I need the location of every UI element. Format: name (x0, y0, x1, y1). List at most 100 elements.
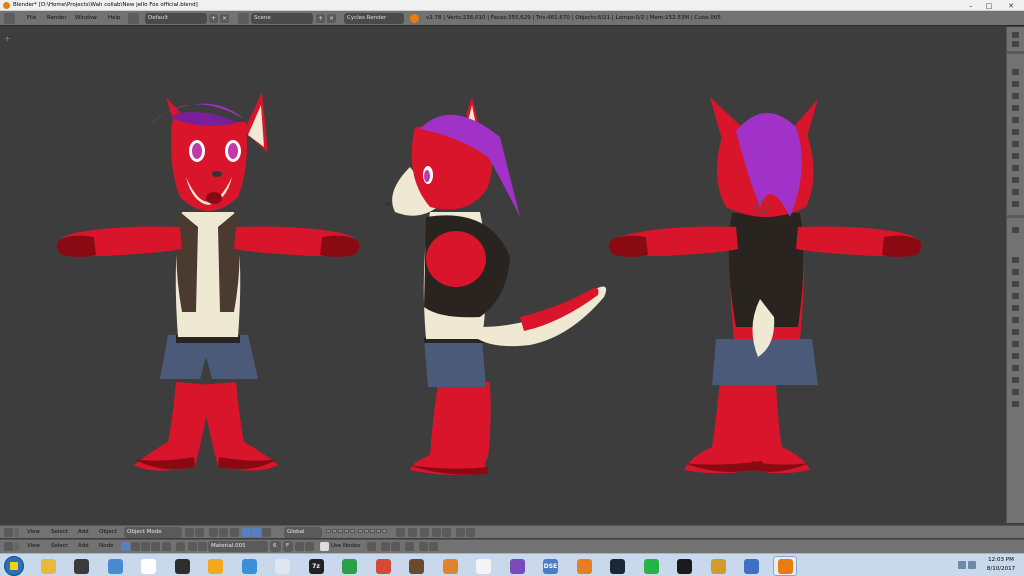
header-collapse-icon[interactable] (14, 528, 19, 537)
taskbar-blender-button[interactable] (773, 556, 797, 576)
shelf-icon-21[interactable] (1012, 317, 1019, 323)
shelf-icon-3[interactable] (1012, 69, 1019, 75)
tray-volume-icon[interactable] (958, 561, 966, 569)
screen-layout-field[interactable]: Default (145, 13, 207, 24)
shelf-icon-8[interactable] (1012, 129, 1019, 135)
menu-object[interactable]: Object (99, 527, 117, 538)
menu-add[interactable]: Add (78, 541, 89, 552)
layer-button[interactable] (350, 529, 355, 533)
taskbar-app-figure-button[interactable] (673, 556, 697, 576)
shelf-icon-1[interactable] (1012, 32, 1019, 38)
render-engine-dropdown[interactable]: Cycles Render (344, 13, 404, 24)
parent-node-icon[interactable] (405, 542, 414, 551)
shelf-icon-23[interactable] (1012, 341, 1019, 347)
taskbar-app-brown-button[interactable] (405, 556, 429, 576)
unlink-material-icon[interactable] (305, 542, 314, 551)
taskbar-app-cat-button[interactable] (137, 556, 161, 576)
shelf-icon-18[interactable] (1012, 281, 1019, 287)
mode-dropdown[interactable]: Object Mode (124, 527, 182, 538)
pivot-dropdown-icon[interactable] (219, 528, 228, 537)
menu-view[interactable]: View (27, 527, 40, 538)
start-button[interactable] (4, 556, 24, 576)
layer-button[interactable] (364, 529, 369, 533)
menu-view[interactable]: View (27, 541, 40, 552)
menu-add[interactable]: Add (78, 527, 89, 538)
snap-icon[interactable] (432, 528, 441, 537)
browse-material-icon[interactable] (188, 542, 197, 551)
taskbar-app-purple-button[interactable] (505, 556, 529, 576)
shelf-icon-20[interactable] (1012, 305, 1019, 311)
pivot-icon[interactable] (209, 528, 218, 537)
material-users-count[interactable]: 6 (270, 541, 281, 552)
menu-file[interactable]: File (27, 13, 36, 24)
taskbar-app-grid-button[interactable] (271, 556, 295, 576)
remove-scene-button[interactable]: × (327, 14, 336, 23)
snap-node-type-icon[interactable] (391, 542, 400, 551)
taskbar-chrome-button[interactable] (371, 556, 395, 576)
layer-button[interactable] (332, 529, 337, 533)
backdrop-icon[interactable] (367, 542, 376, 551)
shelf-icon-24[interactable] (1012, 353, 1019, 359)
maximize-button[interactable]: □ (980, 0, 998, 11)
taskbar-app-player-button[interactable] (572, 556, 596, 576)
shading-dropdown-icon[interactable] (195, 528, 204, 537)
layer-button[interactable] (376, 529, 381, 533)
shelf-icon-25[interactable] (1012, 365, 1019, 371)
shading-icon[interactable] (185, 528, 194, 537)
compositing-nodes-icon[interactable] (131, 542, 140, 551)
custom-nodes-icon[interactable] (151, 542, 160, 551)
taskbar-steam-button[interactable] (606, 556, 630, 576)
layer-button[interactable] (370, 529, 375, 533)
shelf-icon-4[interactable] (1012, 81, 1019, 87)
opengl-render-icon[interactable] (466, 528, 475, 537)
header-collapse-icon[interactable] (14, 542, 19, 551)
menu-help[interactable]: Help (108, 13, 121, 24)
proportional-edit-icon[interactable] (420, 528, 429, 537)
taskbar-app-circle-button[interactable] (170, 556, 194, 576)
taskbar-folder-button[interactable] (36, 556, 60, 576)
minimize-button[interactable]: – (962, 0, 980, 11)
system-clock[interactable]: 12:03 PM 8/10/2017 (981, 556, 1021, 576)
taskbar-app-green-button[interactable] (338, 556, 362, 576)
taskbar-app-white-button[interactable] (472, 556, 496, 576)
taskbar-recycle-button[interactable] (103, 556, 127, 576)
paste-node-icon[interactable] (429, 542, 438, 551)
taskbar-app-lion-button[interactable] (706, 556, 730, 576)
new-material-icon[interactable] (295, 542, 304, 551)
remove-layout-button[interactable]: × (220, 14, 229, 23)
shelf-icon-22[interactable] (1012, 329, 1019, 335)
menu-node[interactable]: Node (99, 541, 113, 552)
taskbar-app-razer-button[interactable] (639, 556, 663, 576)
scale-icon[interactable] (262, 528, 271, 537)
shelf-icon-6[interactable] (1012, 105, 1019, 111)
shelf-icon-2[interactable] (1012, 41, 1019, 47)
snap-node-icon[interactable] (381, 542, 390, 551)
layer-button[interactable] (326, 529, 331, 533)
layer-button[interactable] (344, 529, 349, 533)
taskbar-app-drop-button[interactable] (237, 556, 261, 576)
snap-target-icon[interactable] (442, 528, 451, 537)
taskbar-7zip-button[interactable]: 7z (304, 556, 328, 576)
shelf-icon-17[interactable] (1012, 269, 1019, 275)
shelf-icon-10[interactable] (1012, 153, 1019, 159)
shelf-icon-19[interactable] (1012, 293, 1019, 299)
editor-type-icon[interactable] (4, 13, 15, 24)
shelf-icon-16[interactable] (1012, 257, 1019, 263)
shelf-icon-5[interactable] (1012, 93, 1019, 99)
taskbar-app-dark-button[interactable] (70, 556, 94, 576)
taskbar-headphones-button[interactable] (204, 556, 228, 576)
texture-nodes-icon[interactable] (141, 542, 150, 551)
object-shader-icon[interactable] (176, 542, 185, 551)
manipulator-toggle-icon[interactable] (230, 528, 239, 537)
use-nodes-checkbox[interactable] (320, 542, 329, 551)
material-name-field[interactable]: Material.005 (208, 541, 268, 552)
menu-window[interactable]: Window (75, 13, 97, 24)
shelf-icon-7[interactable] (1012, 117, 1019, 123)
rotate-icon[interactable] (252, 528, 261, 537)
layer-button[interactable] (382, 529, 387, 533)
menu-render[interactable]: Render (47, 13, 67, 24)
close-button[interactable]: ✕ (998, 0, 1024, 11)
shelf-icon-28[interactable] (1012, 401, 1019, 407)
shelf-icon-14[interactable] (1012, 201, 1019, 207)
material-icon[interactable] (198, 542, 207, 551)
